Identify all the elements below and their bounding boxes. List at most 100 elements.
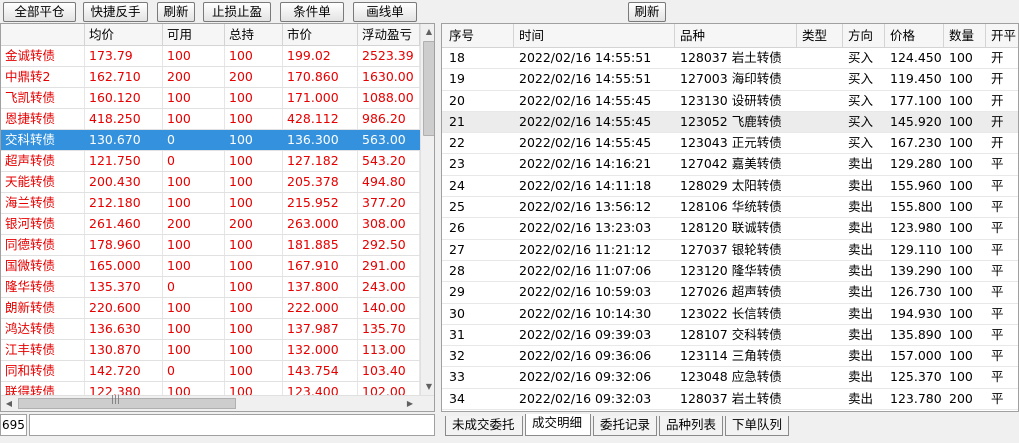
trade-row[interactable]: 33 2022/02/16 09:32:06 123048 应急转债 卖出 125.37… bbox=[442, 367, 1018, 389]
col-direction-header[interactable]: 方向 bbox=[843, 24, 885, 47]
position-row[interactable]: 超声转债 121.750 0 100 127.182 543.20 bbox=[1, 151, 420, 172]
col-open-close-header[interactable]: 开平 bbox=[986, 24, 1018, 47]
position-row[interactable]: 同和转债 142.720 0 100 143.754 103.40 bbox=[1, 361, 420, 382]
position-row[interactable]: 天能转债 200.430 100 100 205.378 494.80 bbox=[1, 172, 420, 193]
grip-icon: ||| bbox=[111, 395, 121, 405]
pos-pnl: 103.40 bbox=[358, 361, 420, 381]
scroll-left-icon[interactable]: ◀ bbox=[1, 396, 17, 411]
col-avg-price-header[interactable]: 均价 bbox=[85, 24, 163, 45]
tab-pending-orders[interactable]: 未成交委托 bbox=[445, 416, 523, 436]
refresh-button[interactable]: 刷新 bbox=[157, 2, 195, 22]
trade-row[interactable]: 21 2022/02/16 14:55:45 123052 飞鹿转债 买入 145.92… bbox=[442, 111, 1018, 134]
trade-row[interactable]: 25 2022/02/16 13:56:12 128106 华统转债 卖出 155.80… bbox=[442, 197, 1018, 219]
positions-horizontal-scrollbar[interactable]: ◀ ||| ▶ bbox=[1, 395, 434, 411]
position-row[interactable]: 飞凯转债 160.120 100 100 171.000 1088.00 bbox=[1, 88, 420, 109]
stop-loss-profit-button[interactable]: 止损止盈 bbox=[203, 2, 271, 22]
positions-vertical-scrollbar[interactable]: ▲ ▼ bbox=[420, 24, 434, 395]
close-all-button[interactable]: 全部平仓 bbox=[3, 2, 76, 22]
col-name-header[interactable] bbox=[1, 24, 85, 45]
pos-pnl: 986.20 bbox=[358, 109, 420, 129]
trade-row[interactable]: 18 2022/02/16 14:55:51 128037 岩土转债 买入 124.45… bbox=[442, 48, 1018, 70]
trade-row[interactable]: 30 2022/02/16 10:14:30 123022 长信转债 卖出 194.93… bbox=[442, 304, 1018, 325]
trade-open-close: 开 bbox=[991, 50, 1004, 65]
position-row[interactable]: 江丰转债 130.870 100 100 132.000 113.00 bbox=[1, 340, 420, 361]
position-row[interactable]: 银河转债 261.460 200 200 263.000 308.00 bbox=[1, 214, 420, 235]
scroll-down-icon[interactable]: ▼ bbox=[421, 379, 434, 395]
position-row[interactable]: 中鼎转2 162.710 200 200 170.860 1630.00 bbox=[1, 67, 420, 88]
trade-quantity: 100 bbox=[949, 135, 973, 151]
pos-total: 100 bbox=[225, 172, 283, 192]
tab-order-queue[interactable]: 下单队列 bbox=[725, 416, 789, 436]
col-total-header[interactable]: 总持 bbox=[225, 24, 283, 45]
right-refresh-button[interactable]: 刷新 bbox=[628, 2, 666, 22]
pos-avg-price: 121.750 bbox=[85, 151, 163, 171]
col-available-header[interactable]: 可用 bbox=[163, 24, 225, 45]
col-quantity-header[interactable]: 数量 bbox=[944, 24, 986, 47]
trade-price: 129.110 bbox=[890, 241, 942, 257]
position-row[interactable]: 恩捷转债 418.250 100 100 428.112 986.20 bbox=[1, 109, 420, 130]
pos-avg-price: 142.720 bbox=[85, 361, 163, 381]
tab-symbol-list[interactable]: 品种列表 bbox=[659, 416, 723, 436]
position-row[interactable]: 国微转债 165.000 100 100 167.910 291.00 bbox=[1, 256, 420, 277]
scrollbar-thumb[interactable] bbox=[423, 41, 434, 136]
draw-line-order-button[interactable]: 画线单 bbox=[353, 2, 417, 22]
col-type-header[interactable]: 类型 bbox=[797, 24, 843, 47]
trade-type bbox=[797, 69, 843, 89]
col-seq-header[interactable]: 序号 bbox=[444, 24, 514, 47]
trade-row[interactable]: 23 2022/02/16 14:16:21 127042 嘉美转债 卖出 129.28… bbox=[442, 154, 1018, 176]
position-row[interactable]: 金诚转债 173.79 100 100 199.02 2523.39 bbox=[1, 46, 420, 67]
trade-row[interactable]: 24 2022/02/16 14:11:18 128029 太阳转债 卖出 155.96… bbox=[442, 176, 1018, 198]
trade-time: 2022/02/16 11:07:06 bbox=[519, 262, 652, 278]
trade-row[interactable]: 34 2022/02/16 09:32:03 128037 岩土转债 卖出 123.78… bbox=[442, 389, 1018, 411]
trade-seq: 20 bbox=[449, 92, 465, 108]
pos-name: 飞凯转债 bbox=[1, 88, 85, 108]
trade-quantity: 200 bbox=[949, 390, 973, 406]
col-symbol-header[interactable]: 品种 bbox=[675, 24, 797, 47]
position-row[interactable]: 同德转债 178.960 100 100 181.885 292.50 bbox=[1, 235, 420, 256]
pos-name: 朗新转债 bbox=[1, 298, 85, 318]
trade-row[interactable]: 31 2022/02/16 09:39:03 128107 交科转债 卖出 135.89… bbox=[442, 325, 1018, 347]
trade-time: 2022/02/16 14:16:21 bbox=[519, 156, 652, 172]
trade-type bbox=[797, 282, 843, 302]
col-time-header[interactable]: 时间 bbox=[514, 24, 675, 47]
trade-row[interactable]: 22 2022/02/16 14:55:45 123043 正元转债 买入 167.23… bbox=[442, 133, 1018, 155]
trade-price: 126.730 bbox=[890, 284, 942, 300]
trade-row[interactable]: 28 2022/02/16 11:07:06 123120 隆华转债 卖出 139.29… bbox=[442, 261, 1018, 283]
trade-symbol: 127037 银轮转债 bbox=[680, 241, 782, 257]
pos-pnl: 291.00 bbox=[358, 256, 420, 276]
trade-symbol: 127003 海印转债 bbox=[680, 71, 782, 87]
trade-open-close: 平 bbox=[991, 199, 1004, 215]
trade-row[interactable]: 19 2022/02/16 14:55:51 127003 海印转债 买入 119.45… bbox=[442, 69, 1018, 91]
position-row[interactable]: 隆华转债 135.370 0 100 137.800 243.00 bbox=[1, 277, 420, 298]
trading-window: 全部平仓 快捷反手 刷新 止损止盈 条件单 画线单 刷新 均价 可用 总持 市价… bbox=[0, 0, 1019, 443]
pos-pnl: 243.00 bbox=[358, 277, 420, 297]
scroll-up-icon[interactable]: ▲ bbox=[421, 24, 434, 40]
trade-direction: 卖出 bbox=[848, 241, 874, 257]
trade-seq: 19 bbox=[449, 71, 465, 87]
trade-price: 123.980 bbox=[890, 220, 942, 236]
trade-row[interactable]: 29 2022/02/16 10:59:03 127026 超声转债 卖出 126.73… bbox=[442, 282, 1018, 304]
position-row[interactable]: 交科转债 130.670 0 100 136.300 563.00 bbox=[1, 130, 420, 151]
trade-direction: 买入 bbox=[848, 71, 874, 87]
scrollbar-thumb-horizontal[interactable]: ||| bbox=[18, 395, 236, 409]
position-row[interactable]: 鸿达转债 136.630 100 100 137.987 135.70 bbox=[1, 319, 420, 340]
tab-order-history[interactable]: 委托记录 bbox=[593, 416, 657, 436]
status-input[interactable] bbox=[29, 414, 435, 436]
col-price-header[interactable]: 价格 bbox=[885, 24, 944, 47]
trade-seq: 25 bbox=[449, 199, 465, 215]
conditional-order-button[interactable]: 条件单 bbox=[280, 2, 344, 22]
trade-row[interactable]: 32 2022/02/16 09:36:06 123114 三角转债 卖出 157.00… bbox=[442, 346, 1018, 368]
position-row[interactable]: 朗新转债 220.600 100 100 222.000 140.00 bbox=[1, 298, 420, 319]
trade-row[interactable]: 26 2022/02/16 13:23:03 128120 联诚转债 卖出 123.98… bbox=[442, 218, 1018, 240]
trade-row[interactable]: 27 2022/02/16 11:21:12 127037 银轮转债 卖出 129.11… bbox=[442, 240, 1018, 261]
trade-row[interactable]: 20 2022/02/16 14:55:45 123130 设研转债 买入 177.10… bbox=[442, 91, 1018, 112]
col-market-price-header[interactable]: 市价 bbox=[283, 24, 358, 45]
trade-type bbox=[797, 176, 843, 196]
trade-quantity: 100 bbox=[949, 50, 973, 65]
scroll-right-icon[interactable]: ▶ bbox=[402, 396, 418, 411]
pos-pnl: 563.00 bbox=[358, 130, 420, 150]
position-row[interactable]: 海兰转债 212.180 100 100 215.952 377.20 bbox=[1, 193, 420, 214]
tab-fill-details[interactable]: 成交明细 bbox=[525, 414, 591, 436]
quick-reverse-button[interactable]: 快捷反手 bbox=[83, 2, 148, 22]
col-pnl-header[interactable]: 浮动盈亏 bbox=[358, 24, 420, 45]
